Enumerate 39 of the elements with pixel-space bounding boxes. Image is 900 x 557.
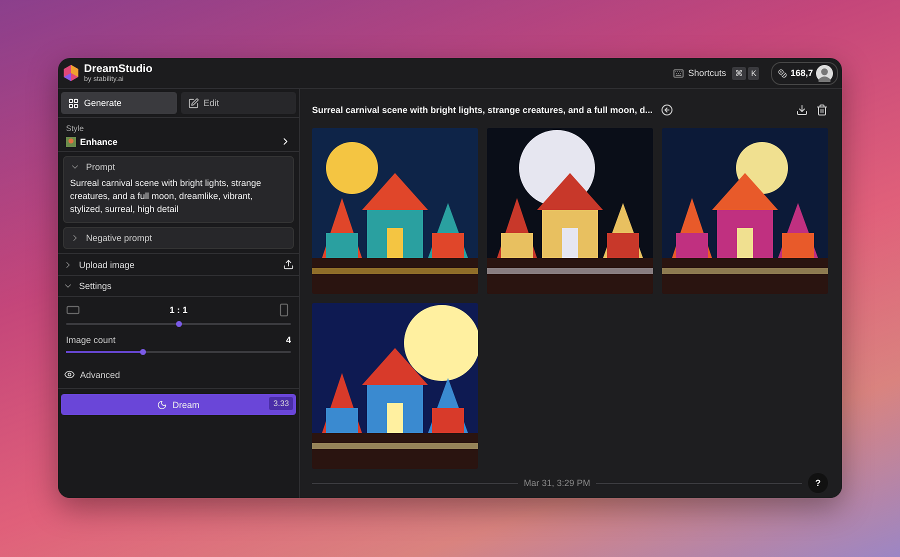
timestamp: Mar 31, 3:29 PM xyxy=(524,478,590,488)
moon-icon xyxy=(157,400,168,410)
aspect-ratio-value: 1 : 1 xyxy=(169,305,188,315)
coins-icon xyxy=(778,68,788,78)
upload-icon xyxy=(283,259,294,270)
style-label: Style xyxy=(66,124,85,133)
logo-icon xyxy=(62,64,80,82)
prompt-toggle[interactable]: Prompt xyxy=(64,157,293,177)
back-icon[interactable] xyxy=(660,104,673,116)
landscape-icon[interactable] xyxy=(66,303,80,317)
negative-prompt-toggle[interactable]: Negative prompt xyxy=(64,228,293,248)
credits-badge[interactable]: 168,7 xyxy=(771,62,838,84)
advanced-toggle[interactable]: Advanced xyxy=(58,363,299,389)
keyboard-icon xyxy=(673,68,684,78)
result-title: Surreal carnival scene with bright lights, strange creatures, and a full moon, d... xyxy=(312,105,653,116)
edit-icon xyxy=(188,98,198,108)
slider-thumb[interactable] xyxy=(176,321,182,327)
avatar[interactable] xyxy=(816,64,833,82)
mode-tab[interactable]: Edit xyxy=(180,92,296,114)
image-count-value: 4 xyxy=(286,335,291,345)
trash-icon[interactable] xyxy=(816,104,828,116)
style-thumbnail-icon xyxy=(66,136,76,146)
mode-tab[interactable]: Generate xyxy=(61,92,176,114)
download-icon[interactable] xyxy=(796,104,808,116)
settings-toggle[interactable]: Settings xyxy=(58,276,299,297)
grid-icon xyxy=(68,98,79,108)
upload-image-row[interactable]: Upload image xyxy=(58,253,299,276)
key-cap: K xyxy=(748,66,760,80)
help-button[interactable]: ? xyxy=(808,473,828,494)
cost-badge: 3.33 xyxy=(269,397,293,410)
key-cap: ⌘ xyxy=(732,66,746,80)
slider-thumb[interactable] xyxy=(140,349,146,355)
style-selector[interactable]: Enhance xyxy=(66,133,291,147)
dream-button[interactable]: Dream 3.33 xyxy=(61,394,296,415)
prompt-text[interactable]: Surreal carnival scene with bright lights, strange creatures, and a full moon, dreamlike, vibrant, stylized, surreal, high detail xyxy=(64,177,293,222)
app-name: DreamStudio xyxy=(84,64,152,74)
image-count-label: Image count xyxy=(66,335,116,345)
shortcuts-label[interactable]: Shortcuts xyxy=(688,68,726,78)
eye-icon xyxy=(64,369,75,380)
